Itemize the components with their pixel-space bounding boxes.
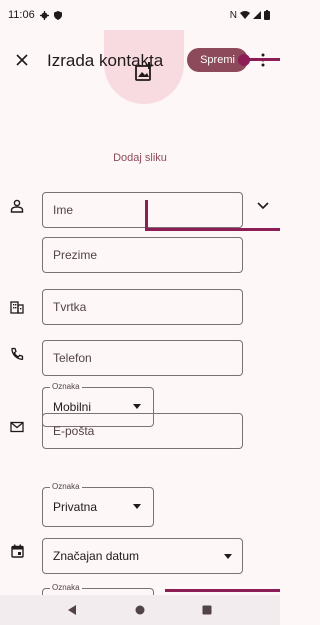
chevron-down-icon [257,202,269,210]
email-label-legend: Oznaka [50,482,82,491]
close-icon [16,54,28,66]
caret-down-icon [133,504,141,509]
phone-label-legend: Oznaka [50,382,82,391]
back-icon[interactable] [68,605,78,615]
caret-down-icon [224,554,232,559]
email-field[interactable]: E-pošta [42,413,243,449]
wifi-icon [240,11,250,19]
annotation-dot [238,54,250,66]
signal-icon [253,11,261,19]
status-bar: 11:06 N [0,0,280,30]
email-icon [8,418,26,436]
recents-icon[interactable] [202,605,212,615]
significant-date-value: Značajan datum [53,549,140,563]
page-title: Izrada kontakta [47,51,164,70]
last-name-field[interactable]: Prezime [42,237,243,273]
date-label-legend: Oznaka [50,583,82,592]
home-icon[interactable] [135,605,145,615]
phone-icon [8,345,26,363]
battery-icon [264,10,270,20]
system-nav-bar [0,595,280,625]
caret-down-icon [133,404,141,409]
company-icon [8,298,26,316]
annotation-line [165,589,280,592]
expand-name-button[interactable] [252,195,274,217]
calendar-icon [8,542,26,560]
annotation-line [145,200,148,230]
close-button[interactable] [12,50,32,70]
shield-icon [53,10,62,20]
nfc-icon: N [229,9,237,21]
first-name-field[interactable]: Ime [42,192,243,228]
status-time: 11:06 [8,9,35,21]
person-icon [8,197,26,215]
status-right: N [230,10,270,21]
add-photo-label[interactable]: Dodaj sliku [0,152,280,164]
phone-field[interactable]: Telefon [42,340,243,376]
significant-date-select[interactable]: Značajan datum [42,538,243,574]
email-label-select[interactable]: Oznaka Privatna [42,482,154,527]
email-label-value: Privatna [53,500,98,514]
annotation-line [145,228,280,231]
phone-label-value: Mobilni [53,400,92,414]
annotation-line [248,58,280,61]
status-left: 11:06 [8,9,62,21]
settings-gear-icon [39,10,49,20]
company-field[interactable]: Tvrtka [42,289,243,325]
